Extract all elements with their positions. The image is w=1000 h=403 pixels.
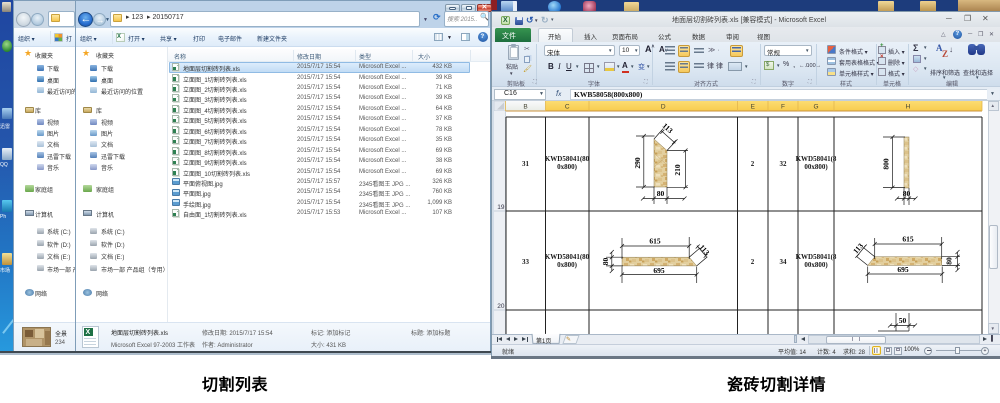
svg-text:50: 50 <box>899 316 907 325</box>
svg-text:32: 32 <box>780 160 788 168</box>
svg-text:615: 615 <box>902 235 914 244</box>
svg-text:2: 2 <box>751 160 755 168</box>
svg-text:KWD58041(8: KWD58041(8 <box>796 155 837 163</box>
svg-text:F: F <box>781 104 785 111</box>
svg-text:695: 695 <box>653 266 665 275</box>
svg-text:E: E <box>751 104 756 111</box>
svg-text:KWD58041(8: KWD58041(8 <box>796 253 837 261</box>
svg-text:00x800): 00x800) <box>804 163 828 171</box>
svg-text:80: 80 <box>903 189 911 198</box>
svg-text:KWD58041(80: KWD58041(80 <box>545 253 590 261</box>
svg-text:KWD58041(80: KWD58041(80 <box>545 155 590 163</box>
svg-text:695: 695 <box>897 265 909 274</box>
svg-text:00x800): 00x800) <box>804 261 828 269</box>
svg-text:34: 34 <box>780 258 788 266</box>
svg-text:C: C <box>565 104 570 111</box>
svg-text:615: 615 <box>649 237 661 246</box>
svg-text:800: 800 <box>882 158 891 170</box>
svg-text:H: H <box>906 104 911 111</box>
svg-text:31: 31 <box>522 160 530 168</box>
svg-text:290: 290 <box>633 157 642 169</box>
svg-text:0x800): 0x800) <box>557 261 578 269</box>
svg-text:G: G <box>813 104 818 111</box>
svg-text:2: 2 <box>751 258 755 266</box>
svg-text:B: B <box>523 104 527 111</box>
svg-text:80: 80 <box>601 258 610 266</box>
svg-text:0x800): 0x800) <box>557 163 578 171</box>
svg-text:80: 80 <box>657 189 665 198</box>
svg-text:20: 20 <box>497 303 505 310</box>
svg-text:19: 19 <box>497 204 505 211</box>
svg-text:33: 33 <box>522 258 530 266</box>
svg-text:80: 80 <box>945 257 954 265</box>
svg-text:D: D <box>661 104 666 111</box>
svg-text:210: 210 <box>673 164 682 176</box>
